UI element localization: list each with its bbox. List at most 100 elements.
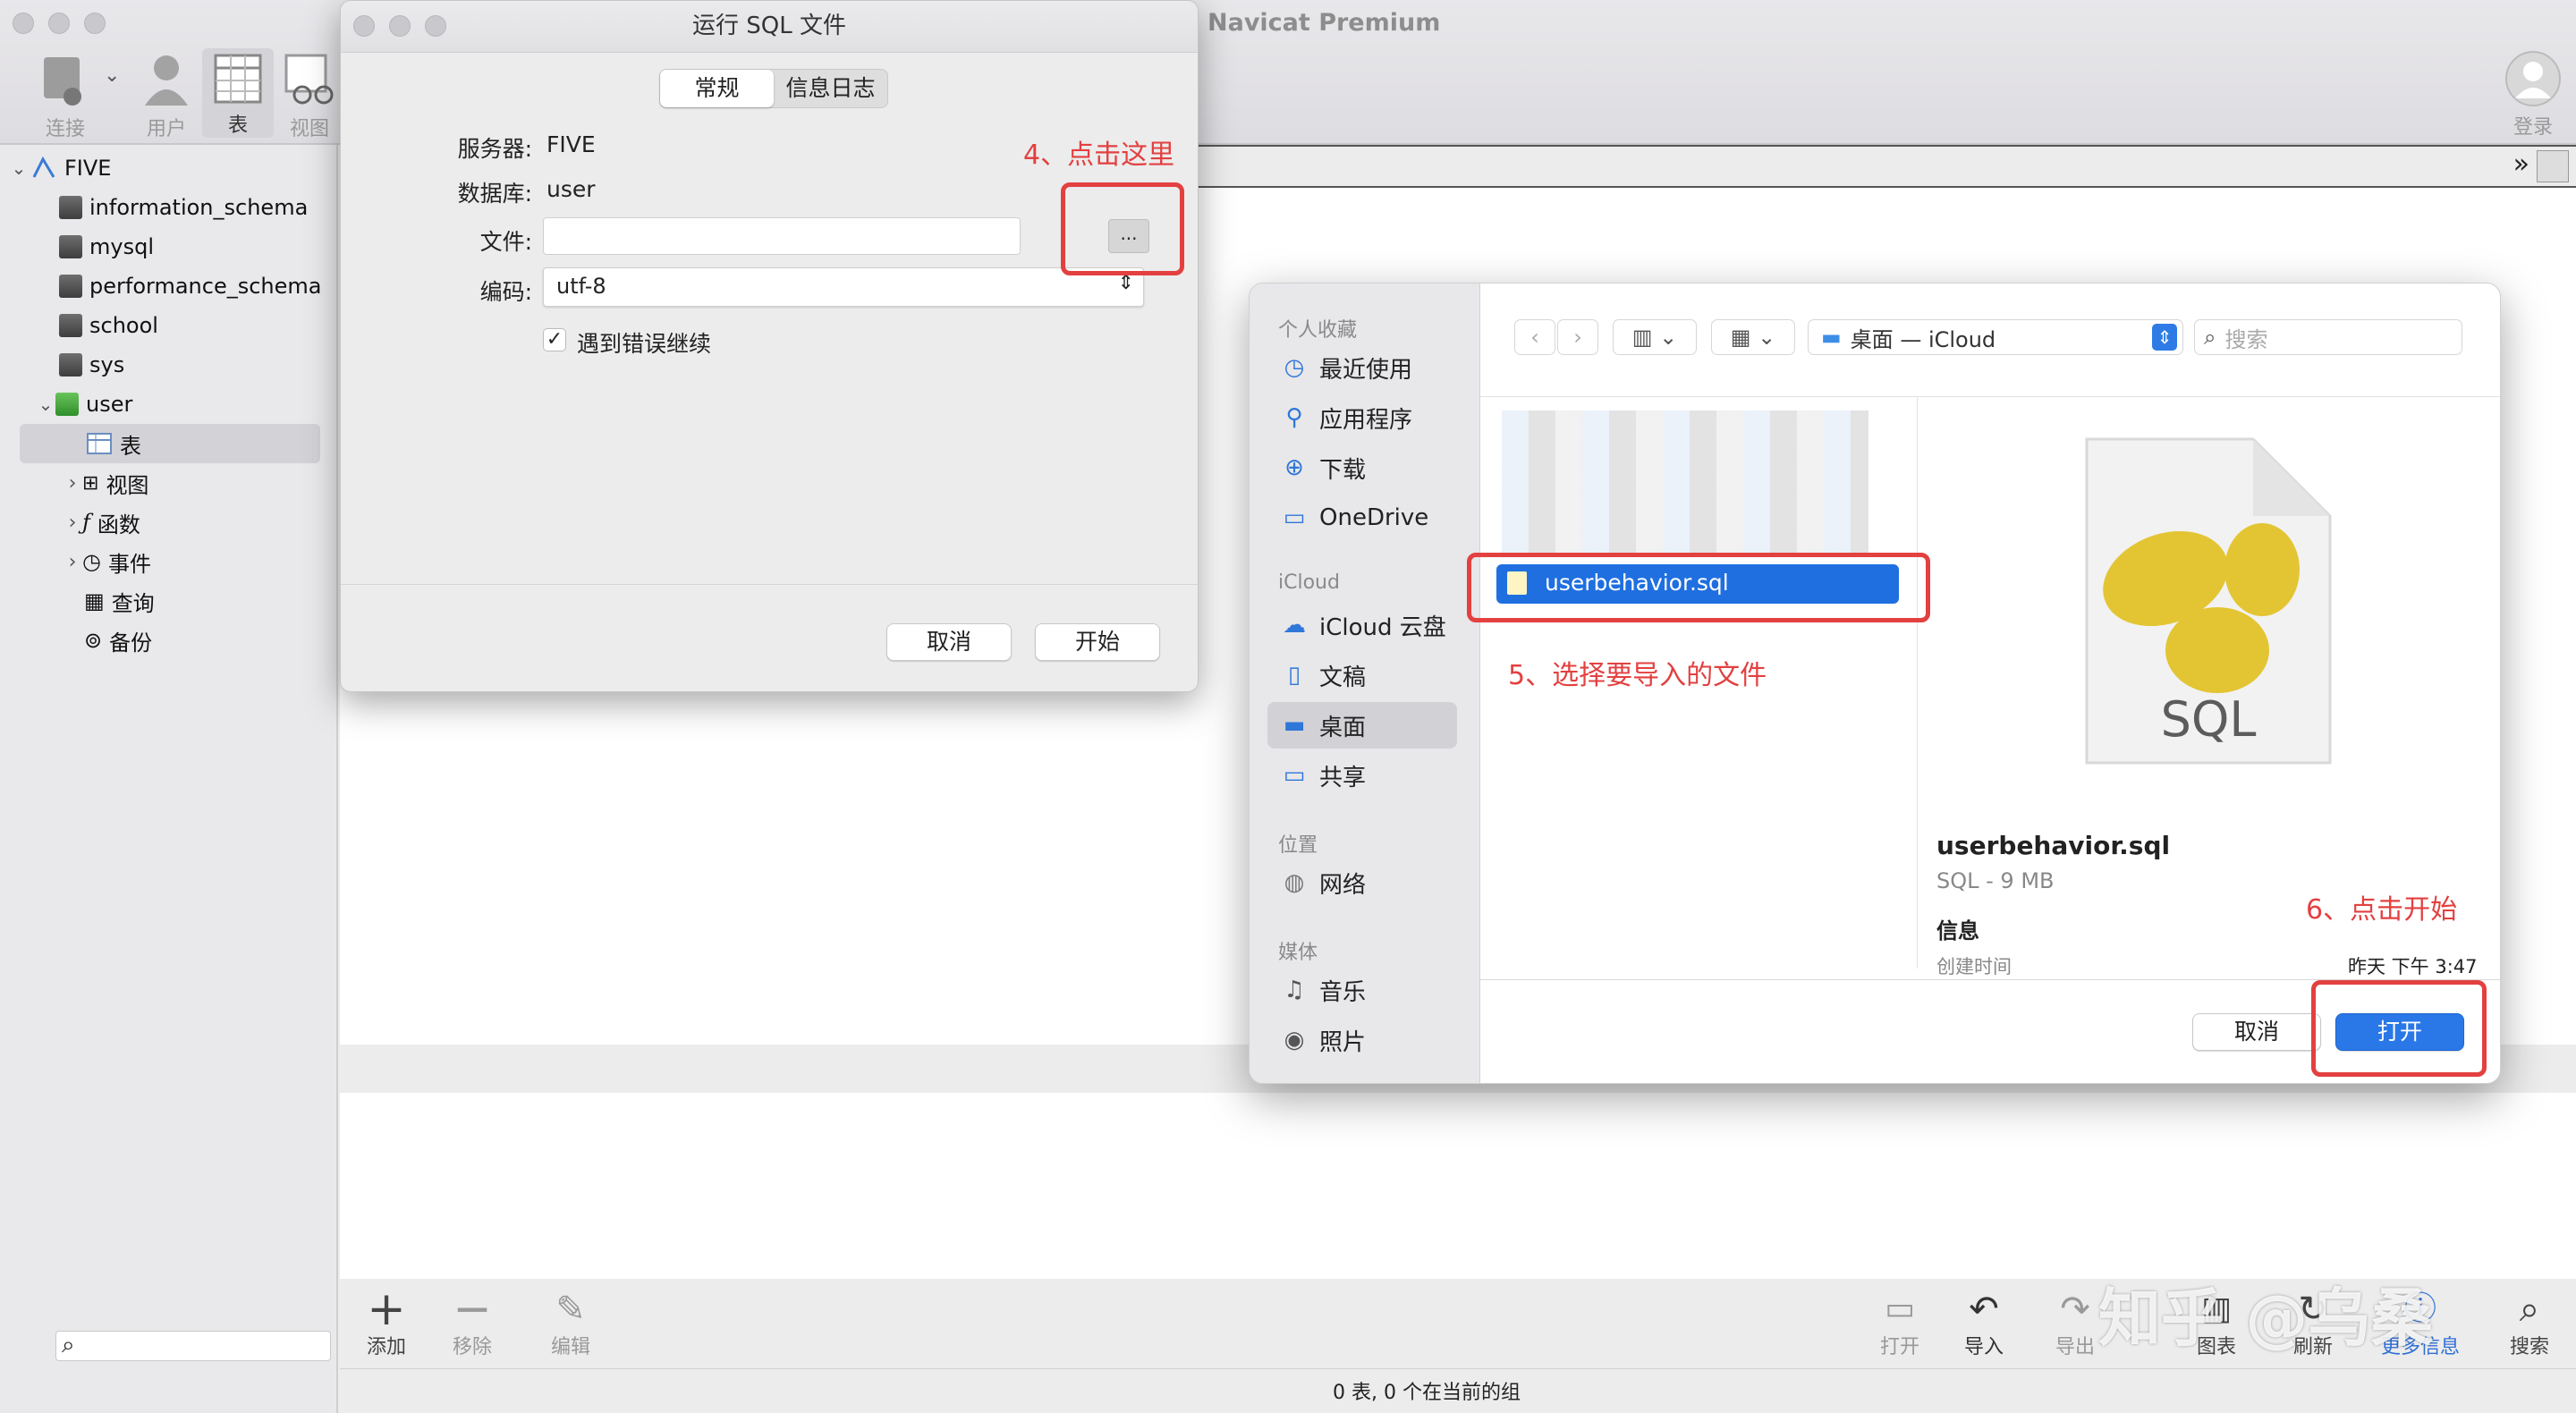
overflow-chevron-icon[interactable]: »	[2513, 148, 2529, 180]
user-button[interactable]: 用户	[131, 52, 202, 141]
add-label: 添加	[366, 1336, 406, 1358]
encoding-select[interactable]: utf-8 ⇕	[543, 267, 1144, 307]
folder-icon: ▭	[1283, 504, 1306, 531]
chevron-down-icon[interactable]: ⌄	[104, 64, 120, 87]
camera-icon: ◉	[1284, 1027, 1305, 1053]
search-field[interactable]: ⌕ 搜索	[2194, 319, 2462, 355]
encoding-label: 编码:	[479, 279, 532, 305]
view-button[interactable]: 视图	[274, 52, 345, 141]
tree-item-server[interactable]: ⌄ FIVE	[0, 148, 338, 188]
sidebar-item-downloads[interactable]: ⊕ 下载	[1267, 444, 1457, 491]
tree-item-database[interactable]: performance_schema	[0, 267, 338, 306]
search-button[interactable]: ⌕ 搜索	[2503, 1288, 2556, 1359]
sidebar-item-music[interactable]: ♫ 音乐	[1267, 967, 1457, 1013]
edit-button[interactable]: ✎ 编辑	[544, 1288, 597, 1359]
view-icon: ⊞	[82, 471, 99, 495]
chevron-down-icon[interactable]: ⌄	[9, 157, 29, 179]
sidebar-item-recents[interactable]: ◷ 最近使用	[1267, 344, 1457, 391]
forward-button[interactable]: ›	[1557, 319, 1598, 355]
continue-on-error-checkbox[interactable]: ✓	[543, 328, 566, 351]
sidebar-item-label: 音乐	[1319, 978, 1367, 1006]
sidebar-item-network[interactable]: ◍ 网络	[1267, 859, 1457, 906]
cloud-icon: ☁	[1283, 612, 1306, 639]
highlight-selected-file	[1467, 553, 1930, 622]
open-table-button[interactable]: ▭ 打开	[1873, 1288, 1927, 1359]
database-icon	[59, 275, 82, 298]
zoom-window-button[interactable]	[425, 15, 446, 37]
chevron-down-icon[interactable]: ⌄	[36, 393, 55, 415]
minimize-window-button[interactable]	[389, 15, 411, 37]
created-value: 昨天 下午 3:47	[2348, 956, 2478, 977]
tree-item-functions[interactable]: › ƒ 函数	[0, 503, 338, 542]
sidebar-item-photos[interactable]: ◉ 照片	[1267, 1017, 1457, 1063]
tree-item-backups[interactable]: ⊚ 备份	[0, 621, 338, 660]
dialog-tabs: 常规 信息日志	[659, 69, 888, 108]
export-button[interactable]: ↷ 导出	[2048, 1288, 2102, 1359]
run-sql-dialog: 运行 SQL 文件 常规 信息日志 服务器: FIVE 数据库: user 文件…	[340, 0, 1199, 692]
cancel-button[interactable]: 取消	[886, 623, 1012, 661]
sidebar-search-input[interactable]: ⌕	[55, 1331, 331, 1361]
tab-general[interactable]: 常规	[660, 70, 774, 107]
tree-item-tables[interactable]: 表	[20, 424, 320, 463]
location-popup[interactable]: ▬ 桌面 — iCloud ⇕	[1808, 319, 2183, 355]
music-icon: ♫	[1284, 977, 1305, 1003]
finder-cancel-button[interactable]: 取消	[2192, 1013, 2321, 1051]
tree-item-database[interactable]: sys	[0, 345, 338, 385]
file-path-input[interactable]	[543, 217, 1021, 255]
sidebar-item-applications[interactable]: ⚲ 应用程序	[1267, 394, 1457, 441]
backup-icon: ⊚	[84, 628, 103, 653]
view-mode-button[interactable]: ▥ ⌄	[1613, 319, 1697, 355]
database-name: sys	[89, 352, 125, 377]
dialog-titlebar: 运行 SQL 文件	[341, 1, 1198, 53]
tree-item-database[interactable]: school	[0, 306, 338, 345]
group-button[interactable]: ▦ ⌄	[1711, 319, 1795, 355]
tab-message-log[interactable]: 信息日志	[774, 70, 887, 107]
remove-button[interactable]: − 移除	[445, 1282, 499, 1359]
start-button[interactable]: 开始	[1035, 623, 1160, 661]
new-tab-icon[interactable]	[2537, 150, 2569, 182]
step5-annotation: 5、选择要导入的文件	[1508, 660, 1767, 691]
table-button[interactable]: 表	[202, 48, 274, 138]
column-divider	[1917, 396, 1918, 969]
minus-icon: −	[453, 1282, 492, 1336]
login-button[interactable]: 登录	[2497, 50, 2569, 140]
database-name: user	[86, 392, 133, 417]
sidebar-item-desktop[interactable]: ▬ 桌面	[1267, 702, 1457, 749]
minimize-window-button[interactable]	[48, 13, 70, 34]
select-arrows-icon: ⇕	[2152, 324, 2177, 351]
table-icon	[214, 54, 262, 104]
close-window-button[interactable]	[13, 13, 34, 34]
tree-item-queries[interactable]: ▦ 查询	[0, 581, 338, 621]
chevron-right-icon: ›	[1573, 325, 1582, 350]
add-button[interactable]: + 添加	[360, 1286, 413, 1359]
tree-item-database-open[interactable]: ⌄ user	[0, 385, 338, 424]
folder-icon: ▬	[1821, 325, 1842, 350]
tree-item-database[interactable]: information_schema	[0, 188, 338, 227]
sidebar-item-icloud-drive[interactable]: ☁ iCloud 云盘	[1267, 602, 1457, 648]
chevron-right-icon[interactable]: ›	[63, 472, 82, 495]
highlight-browse	[1061, 182, 1184, 275]
tree-item-views[interactable]: › ⊞ 视图	[0, 463, 338, 503]
connect-button[interactable]: 连接	[25, 52, 106, 141]
finder-sidebar: 个人收藏 ◷ 最近使用 ⚲ 应用程序 ⊕ 下载 ▭ OneDrive iCloud ☁ i…	[1250, 283, 1480, 1083]
close-window-button[interactable]	[353, 15, 375, 37]
zoom-window-button[interactable]	[84, 13, 106, 34]
sidebar-item-onedrive[interactable]: ▭ OneDrive	[1267, 495, 1457, 541]
sidebar-item-label: 共享	[1319, 764, 1367, 791]
search-label: 搜索	[2509, 1336, 2549, 1358]
preview-file-meta: SQL - 9 MB	[1936, 868, 2055, 893]
back-button[interactable]: ‹	[1514, 319, 1555, 355]
location-label: 桌面 — iCloud	[1850, 326, 1996, 352]
chevron-right-icon[interactable]: ›	[63, 512, 82, 534]
encoding-value: utf-8	[556, 274, 606, 299]
sidebar-item-documents[interactable]: ▯ 文稿	[1267, 652, 1457, 698]
login-label: 登录	[2512, 116, 2553, 139]
sidebar-item-shared[interactable]: ▭ 共享	[1267, 752, 1457, 799]
tree-item-events[interactable]: › ◷ 事件	[0, 542, 338, 581]
continue-on-error-label: 遇到错误继续	[577, 331, 712, 357]
chevron-right-icon[interactable]: ›	[63, 551, 82, 573]
tree-label: 备份	[109, 630, 153, 656]
import-button[interactable]: ↶ 导入	[1957, 1288, 2011, 1359]
columns-view-icon: ▥ ⌄	[1631, 325, 1678, 350]
tree-item-database[interactable]: mysql	[0, 227, 338, 267]
